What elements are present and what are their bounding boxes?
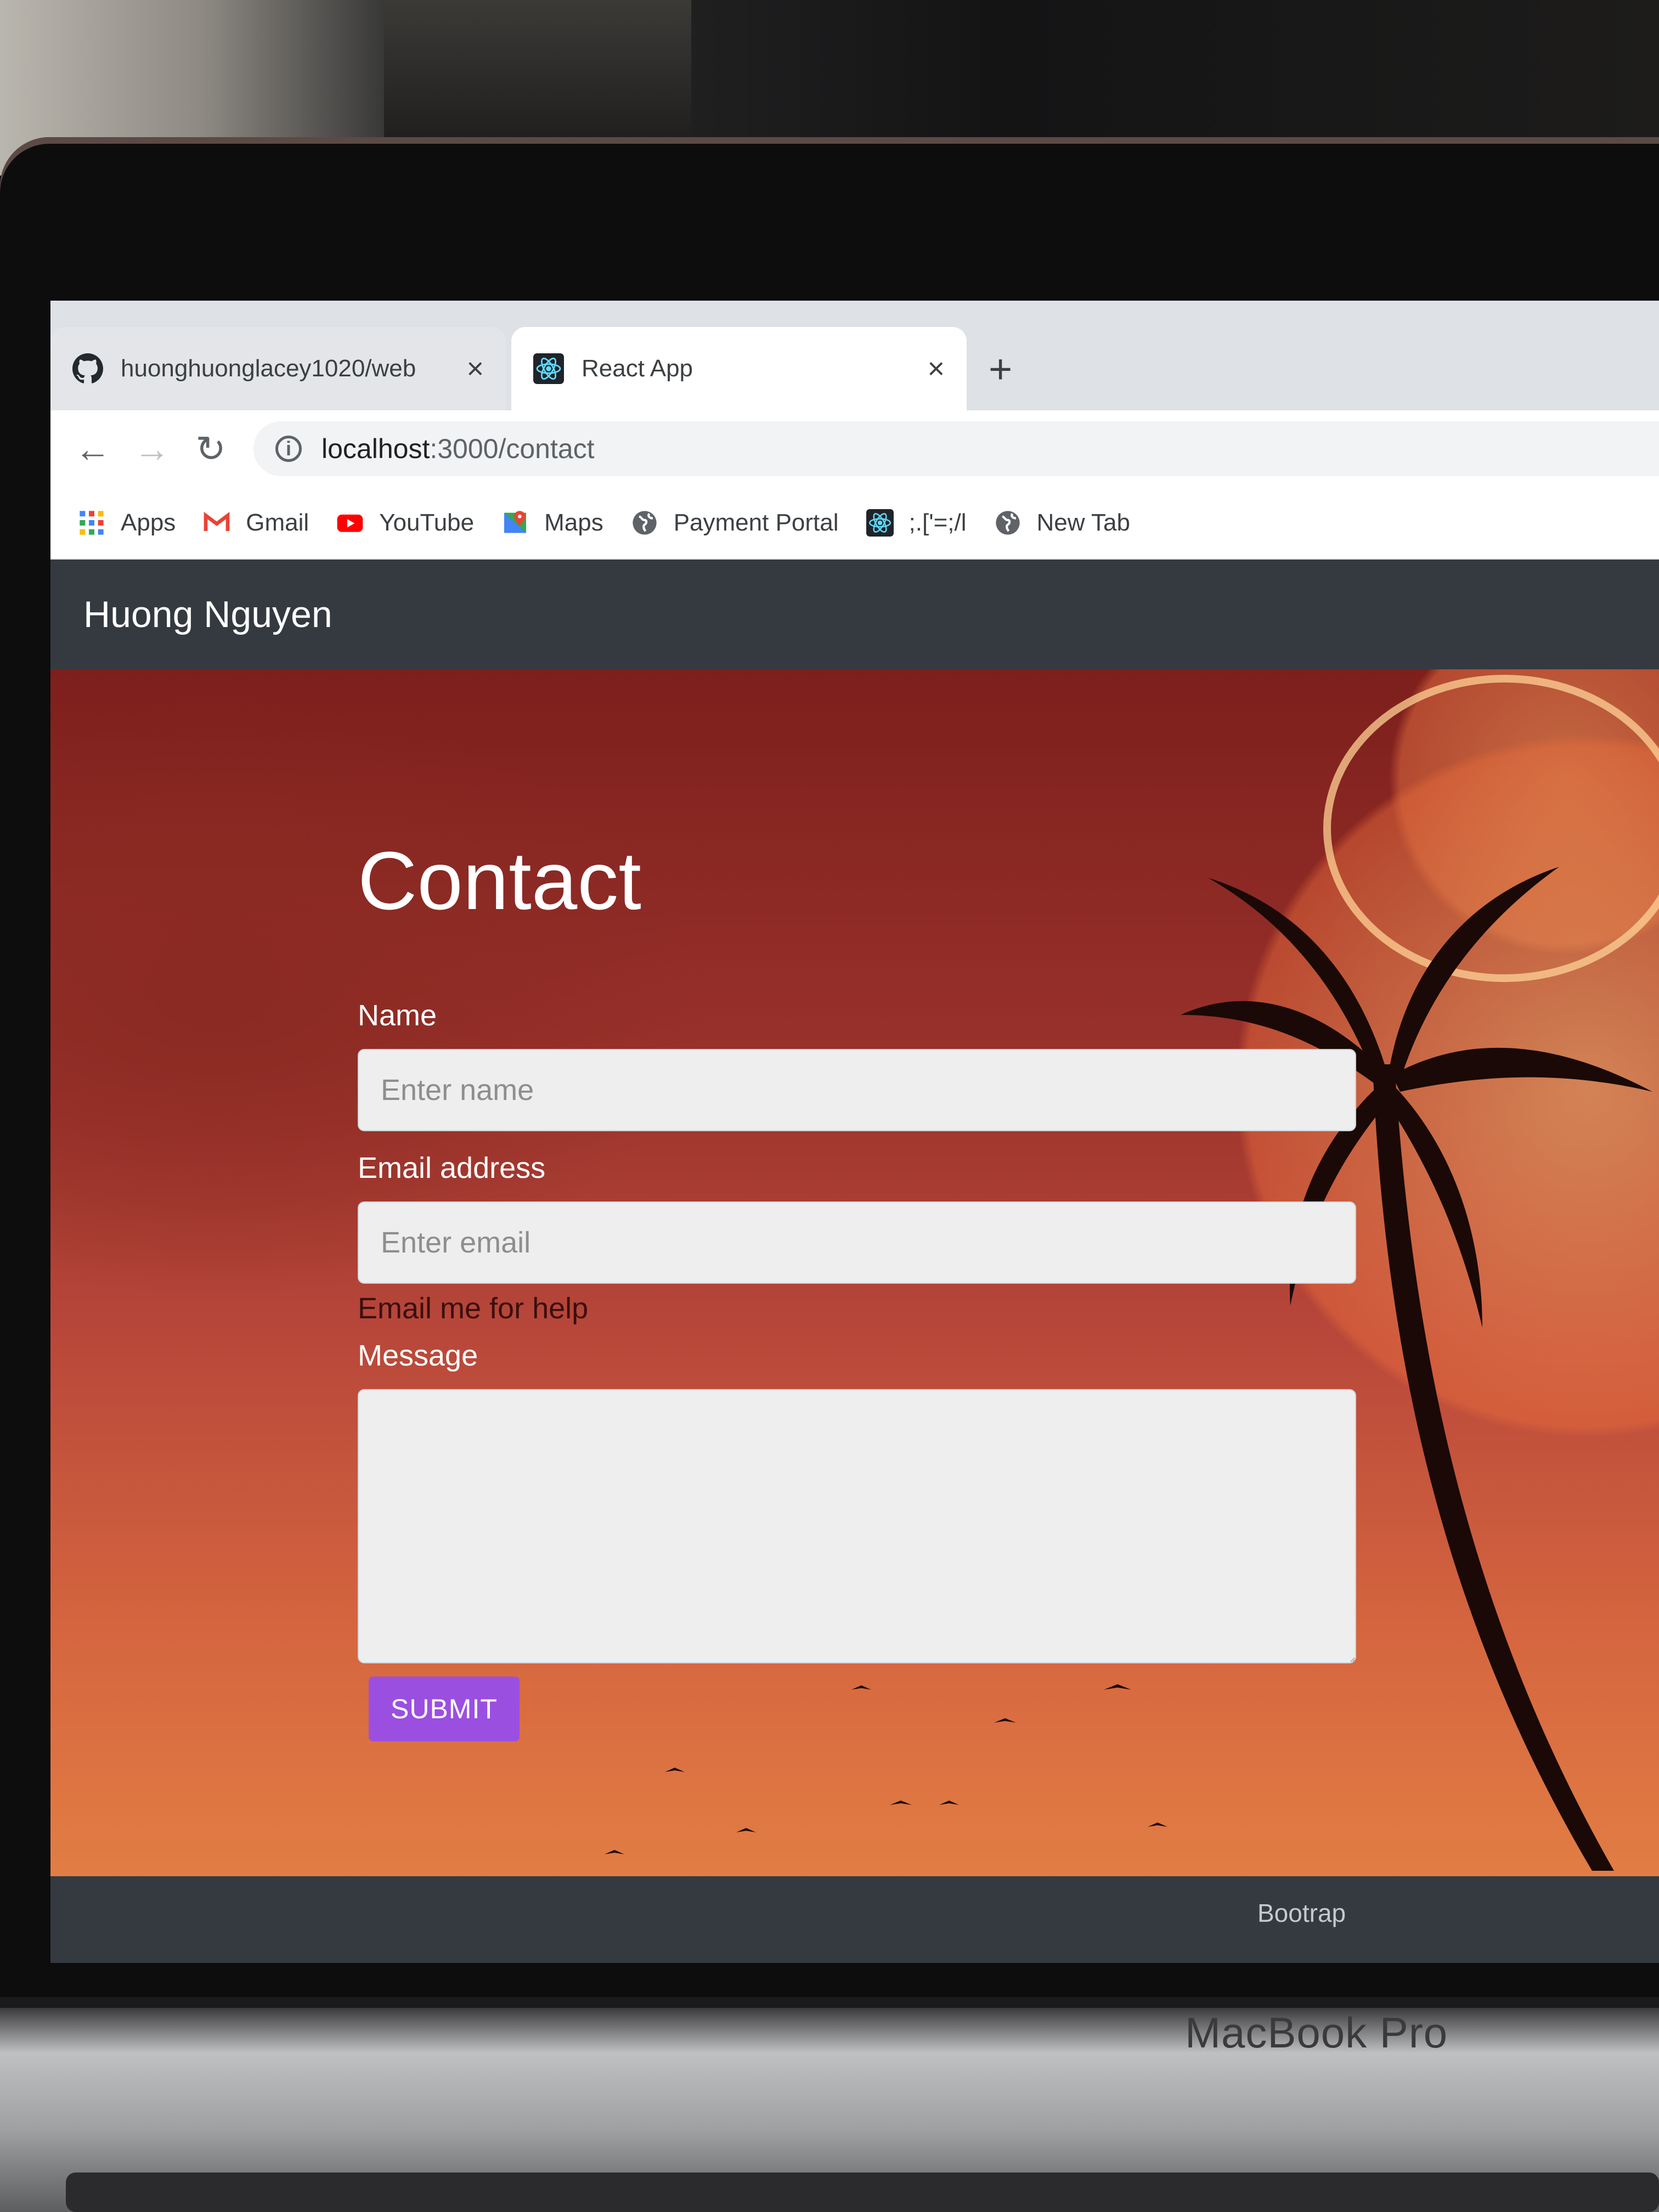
- footer-text: Bootrap: [1257, 1899, 1346, 1927]
- react-icon: [533, 353, 564, 384]
- tab-close-button[interactable]: ×: [466, 352, 484, 386]
- browser-toolbar: ← → ↻ i localhost:3000/contact: [50, 410, 1659, 487]
- tab-title: huonghuonglacey1020/web: [121, 355, 416, 382]
- tab-react-app[interactable]: React App ×: [511, 327, 967, 410]
- bookmarks-bar: Apps Gmail YouTube Maps Payment Portal ;…: [50, 487, 1659, 560]
- web-page: Huong Nguyen Contact Name Enter name Ema…: [50, 560, 1659, 1963]
- react-icon: [866, 509, 894, 537]
- bookmark-label: Maps: [544, 509, 603, 536]
- page-title: Contact: [358, 834, 641, 927]
- name-label: Name: [358, 999, 437, 1032]
- gmail-icon: [204, 512, 230, 531]
- bookmark-label: Apps: [121, 509, 176, 536]
- hero-background: Contact Name Email address Email me for …: [50, 669, 1659, 1876]
- bookmark-react[interactable]: ;.['=;/l: [866, 509, 967, 537]
- tab-strip: huonghuonglacey1020/web × React App × +: [50, 301, 1659, 410]
- message-label: Message: [358, 1339, 478, 1372]
- tab-title: React App: [582, 355, 693, 382]
- url-path: :3000/contact: [430, 433, 595, 464]
- laptop-keyboard: [66, 2172, 1659, 2212]
- screen: huonghuonglacey1020/web × React App × + …: [50, 301, 1659, 1963]
- bookmark-youtube[interactable]: YouTube: [336, 509, 474, 537]
- bookmark-label: Gmail: [246, 509, 309, 536]
- url-host: localhost: [321, 433, 430, 464]
- bookmark-gmail[interactable]: Gmail: [203, 509, 309, 537]
- email-help-text: Email me for help: [358, 1292, 589, 1325]
- bookmark-new-tab[interactable]: New Tab: [994, 509, 1130, 537]
- youtube-icon: [337, 515, 363, 532]
- bookmark-label: New Tab: [1036, 509, 1130, 536]
- forward-icon[interactable]: →: [134, 428, 170, 470]
- reload-icon[interactable]: ↻: [193, 428, 228, 470]
- contact-form: Contact Name Email address Email me for …: [358, 834, 1400, 1741]
- email-input[interactable]: [358, 1201, 1356, 1284]
- back-icon[interactable]: ←: [75, 428, 111, 470]
- site-navbar: Huong Nguyen: [50, 560, 1659, 669]
- name-input[interactable]: [358, 1049, 1356, 1131]
- maps-icon: [504, 511, 527, 533]
- message-textarea[interactable]: [358, 1389, 1356, 1663]
- new-tab-button[interactable]: +: [989, 349, 1012, 390]
- site-info-icon[interactable]: i: [275, 436, 302, 462]
- submit-button[interactable]: SUBMIT: [369, 1677, 520, 1741]
- navbar-brand[interactable]: Huong Nguyen: [83, 593, 332, 636]
- bookmark-label: Payment Portal: [673, 509, 839, 536]
- bookmark-maps[interactable]: Maps: [501, 509, 603, 537]
- tab-close-button[interactable]: ×: [927, 352, 945, 386]
- globe-icon: [995, 511, 1020, 535]
- site-footer: Bootrap: [50, 1876, 1659, 1963]
- email-label: Email address: [358, 1152, 546, 1184]
- address-bar[interactable]: i localhost:3000/contact: [253, 421, 1659, 476]
- url-text: localhost:3000/contact: [321, 433, 595, 465]
- bookmark-label: YouTube: [379, 509, 475, 536]
- bookmark-apps[interactable]: Apps: [78, 509, 176, 537]
- bookmark-payment-portal[interactable]: Payment Portal: [631, 509, 839, 537]
- bookmark-label: ;.['=;/l: [909, 509, 967, 536]
- github-icon: [72, 353, 103, 383]
- device-label: MacBook Pro: [1185, 2008, 1448, 2057]
- tab-github[interactable]: huonghuonglacey1020/web ×: [50, 327, 506, 410]
- globe-icon: [633, 511, 657, 535]
- apps-grid-icon: [80, 511, 104, 535]
